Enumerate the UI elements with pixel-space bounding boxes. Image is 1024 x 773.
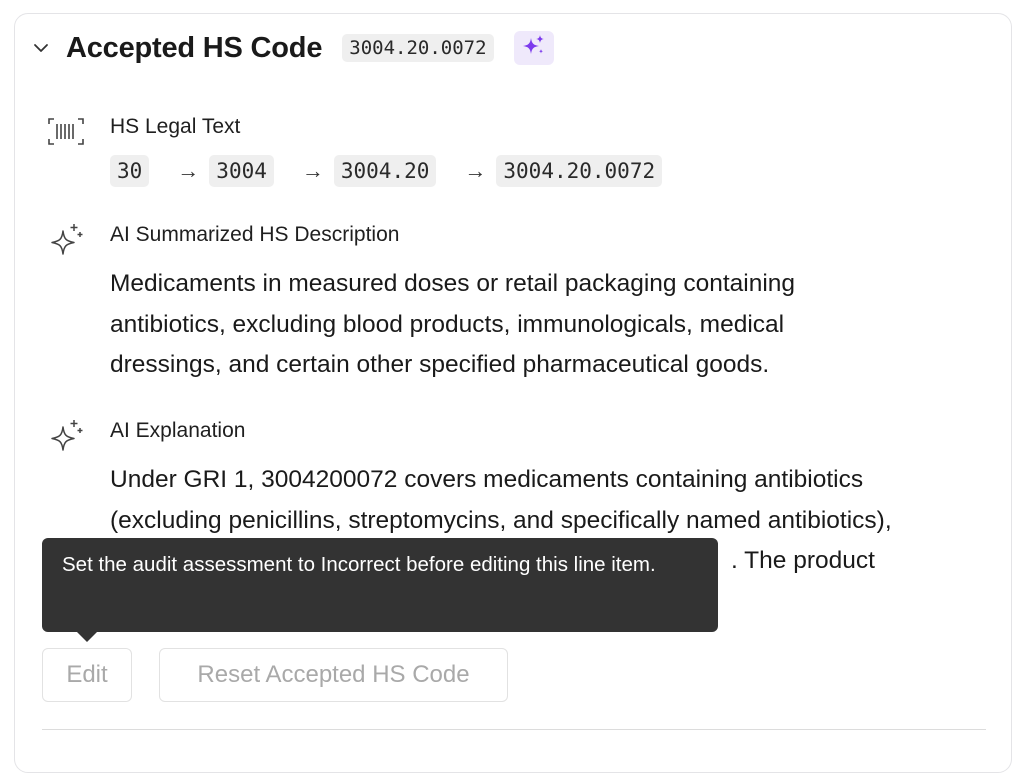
summary-line: Medicaments in measured doses or retail … [110,270,796,297]
explanation-line: Under GRI 1, 3004200072 covers medicamen… [110,466,864,493]
accepted-code-chip: 3004.20.0072 [342,34,494,62]
sparkle-outline-icon [46,223,86,263]
summary-text: Medicaments in measured doses or retail … [110,264,990,386]
arrow-right-icon: → [177,158,200,183]
disabled-edit-tooltip: Set the audit assessment to Incorrect be… [42,538,718,632]
arrow-right-icon: → [301,158,324,183]
barcode-icon [46,115,86,155]
summary-line: dressings, and certain other specified p… [110,351,770,378]
arrow-right-icon: → [464,158,487,183]
section-label: HS Legal Text [110,115,241,138]
path-code-chip: 3004.20.0072 [496,155,663,187]
hs-legal-text-section: HS Legal Text 30 → 3004 → 3004.20 → 3004… [46,115,996,195]
tooltip-arrow [77,632,97,642]
explanation-line: (excluding penicillins, streptomycins, a… [110,506,892,534]
ai-sparkle-badge[interactable] [513,31,554,65]
ai-summary-section: AI Summarized HS Description Medicaments… [46,223,996,393]
hs-code-path: 30 → 3004 → 3004.20 → 3004.20.0072 [110,155,663,187]
path-code-chip: 3004 [209,155,274,187]
path-code-chip: 3004.20 [333,155,437,187]
card-header: Accepted HS Code 3004.20.0072 [30,30,554,66]
chevron-down-icon[interactable] [30,37,52,59]
page-title: Accepted HS Code [66,31,323,64]
section-label: AI Explanation [110,419,246,442]
summary-line: antibiotics, excluding blood products, i… [110,310,785,338]
divider [42,729,986,730]
path-code-chip: 30 [110,155,150,187]
section-label: AI Summarized HS Description [110,223,400,246]
edit-button[interactable]: Edit [42,648,132,702]
reset-accepted-hs-code-button[interactable]: Reset Accepted HS Code [159,648,508,702]
sparkle-outline-icon [46,419,86,459]
sparkle-icon [521,33,547,64]
